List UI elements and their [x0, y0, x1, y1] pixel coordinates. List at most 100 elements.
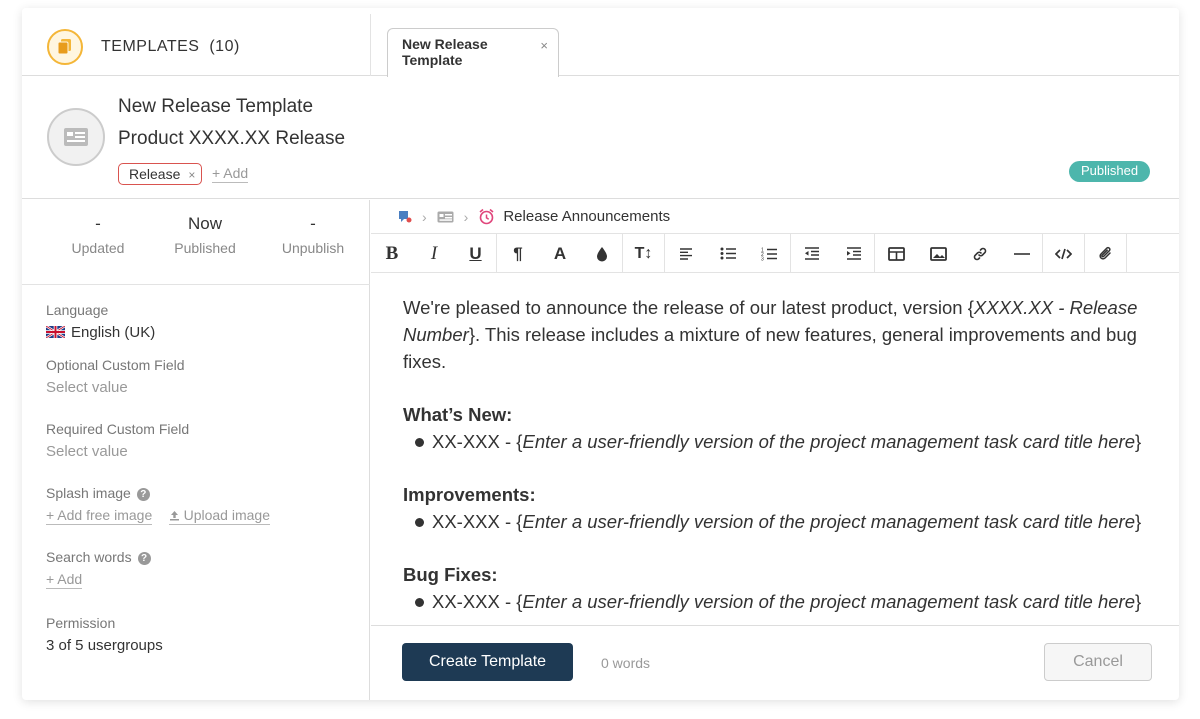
italic-icon[interactable]: I	[413, 234, 455, 273]
close-tab-icon[interactable]: ×	[540, 38, 548, 53]
underline-icon[interactable]: U	[455, 234, 497, 273]
list-item: XX-XXX - {Enter a user-friendly version …	[403, 428, 1143, 455]
properties-sidebar: - Updated Now Published - Unpublish Lang…	[22, 200, 370, 700]
paragraph-icon[interactable]: ¶	[497, 234, 539, 273]
upload-label: Upload image	[183, 507, 270, 523]
template-editor-window: TEMPLATES (10) New Release Template × Ne…	[22, 8, 1179, 700]
field-value: English (UK)	[45, 324, 156, 341]
upload-icon	[169, 511, 179, 521]
chevron-right-icon: ›	[422, 208, 427, 225]
search-words-field: Search words? + Add	[46, 549, 151, 589]
intro-paragraph: We're pleased to announce the release of…	[403, 294, 1143, 375]
remove-tag-icon[interactable]: ×	[188, 168, 195, 182]
font-size-icon[interactable]: T↕	[623, 234, 665, 273]
language-value: English (UK)	[71, 324, 156, 341]
tag-chip-release: Release ×	[118, 163, 203, 185]
field-label: Permission	[46, 615, 116, 631]
code-icon[interactable]	[1043, 234, 1085, 273]
field-label: Optional Custom Field	[46, 357, 185, 373]
word-count: 0 words	[601, 655, 651, 671]
tabbar-divider	[370, 14, 371, 76]
breadcrumb: › › Release Announcements	[371, 200, 1179, 233]
numbered-list-icon[interactable]: 123	[749, 234, 791, 273]
bold-icon[interactable]: B	[371, 234, 413, 273]
publish-stats: - Updated Now Published - Unpublish	[22, 200, 370, 285]
templates-count: (10)	[209, 38, 240, 55]
permission-field[interactable]: Permission 3 of 5 usergroups	[46, 615, 163, 654]
item-prefix: XX-XXX - {	[432, 591, 523, 612]
stat-value: -	[310, 214, 316, 233]
splash-actions: + Add free image Upload image	[46, 507, 270, 525]
content-editor[interactable]: We're pleased to announce the release of…	[403, 294, 1143, 615]
item-suffix: }	[1135, 431, 1142, 452]
stat-value: Now	[187, 214, 222, 233]
templates-icon[interactable]	[47, 29, 83, 65]
create-template-button[interactable]: Create Template	[402, 643, 573, 681]
templates-title: TEMPLATES	[101, 38, 200, 55]
item-prefix: XX-XXX - {	[432, 431, 523, 452]
stat-unpublish: - Unpublish	[258, 214, 368, 256]
stat-value: -	[95, 214, 101, 233]
item-placeholder: Enter a user-friendly version of the pro…	[522, 511, 1136, 532]
uk-flag-icon	[45, 324, 66, 340]
svg-text:3: 3	[761, 256, 764, 261]
field-label: Required Custom Field	[46, 421, 190, 437]
help-icon[interactable]: ?	[136, 488, 150, 501]
article-icon	[437, 211, 454, 222]
field-value[interactable]: Select value	[46, 379, 185, 396]
table-icon[interactable]	[875, 234, 917, 273]
tab-bar: TEMPLATES (10) New Release Template ×	[22, 8, 1179, 77]
optional-custom-field[interactable]: Optional Custom Field Select value	[46, 357, 185, 396]
add-tag-link[interactable]: + Add	[212, 165, 249, 183]
item-placeholder: Enter a user-friendly version of the pro…	[522, 591, 1136, 612]
attachment-icon[interactable]	[1085, 234, 1127, 273]
cancel-button[interactable]: Cancel	[1044, 643, 1152, 681]
chevron-right-icon: ›	[463, 208, 469, 225]
tab-new-release-template[interactable]: New Release Template ×	[387, 28, 559, 77]
templates-heading: TEMPLATES (10)	[101, 38, 240, 56]
splash-image-field: Splash image? + Add free image Upload im…	[46, 485, 270, 525]
field-value[interactable]: 3 of 5 usergroups	[46, 637, 163, 654]
stat-updated: - Updated	[43, 214, 153, 256]
field-value[interactable]: Select value	[46, 443, 189, 460]
alarm-clock-icon	[479, 208, 494, 225]
section-heading-bug-fixes: Bug Fixes:	[403, 564, 498, 585]
add-search-word-link[interactable]: + Add	[46, 571, 83, 589]
item-placeholder: Enter a user-friendly version of the pro…	[522, 431, 1136, 452]
outdent-icon[interactable]	[791, 234, 833, 273]
highlight-icon[interactable]	[581, 234, 623, 273]
template-name[interactable]: New Release Template	[118, 96, 313, 118]
add-free-image-link[interactable]: + Add free image	[46, 507, 153, 525]
template-title[interactable]: Product XXXX.XX Release	[118, 128, 345, 150]
stat-published: Now Published	[150, 214, 260, 256]
template-avatar	[47, 108, 105, 166]
list-item: XX-XXX - {Enter a user-friendly version …	[403, 588, 1143, 615]
editor-panel: › › Release Announcements B I U ¶ A T↕ 1…	[371, 200, 1179, 700]
upload-image-link[interactable]: Upload image	[168, 507, 270, 525]
formatting-toolbar: B I U ¶ A T↕ 123	[371, 233, 1179, 273]
splash-label: Splash image	[46, 485, 131, 501]
status-badge: Published	[1069, 161, 1151, 182]
stat-label: Unpublish	[281, 240, 345, 256]
link-icon[interactable]	[959, 234, 1001, 273]
required-custom-field[interactable]: Required Custom Field Select value	[46, 421, 189, 460]
bullet-list-icon[interactable]	[707, 234, 749, 273]
intro-text: }. This release includes a mixture of ne…	[403, 324, 1137, 372]
text-color-icon[interactable]: A	[539, 234, 581, 273]
breadcrumb-current[interactable]: Release Announcements	[503, 208, 670, 225]
stat-label: Updated	[71, 240, 125, 256]
language-field[interactable]: Language English (UK)	[45, 302, 156, 341]
editor-footer: Create Template 0 words Cancel	[371, 625, 1179, 700]
indent-icon[interactable]	[833, 234, 875, 273]
section-heading-whats-new: What’s New:	[403, 404, 513, 425]
stat-label: Published	[174, 240, 236, 256]
image-icon[interactable]	[917, 234, 959, 273]
section-heading-improvements: Improvements:	[403, 484, 536, 505]
align-left-icon[interactable]	[665, 234, 707, 273]
article-icon	[64, 128, 88, 146]
knowledge-base-icon	[399, 210, 412, 222]
search-words-label: Search words	[46, 549, 132, 565]
help-icon[interactable]: ?	[137, 552, 151, 565]
horizontal-rule-icon[interactable]	[1001, 234, 1043, 273]
item-suffix: }	[1135, 591, 1142, 612]
